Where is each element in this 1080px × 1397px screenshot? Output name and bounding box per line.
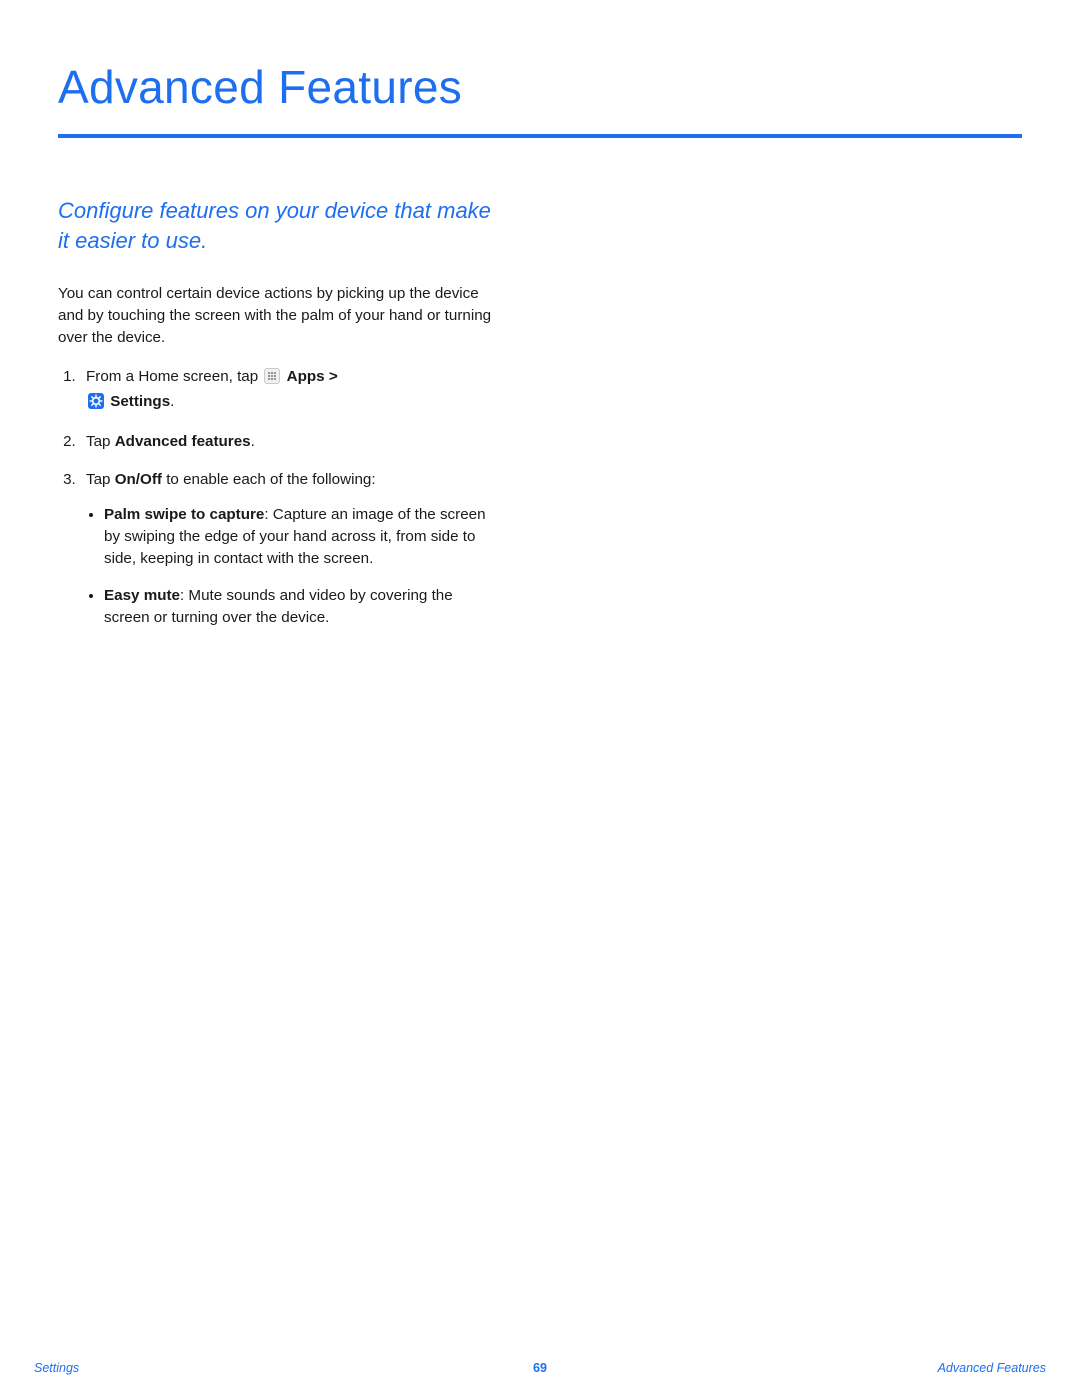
step-bold: On/Off	[115, 471, 162, 488]
page-footer: Settings 69 Advanced Features	[0, 1361, 1080, 1375]
step-dot: .	[251, 433, 255, 450]
step-3: Tap On/Off to enable each of the followi…	[80, 469, 498, 628]
bullet-title: Palm swipe to capture	[104, 506, 264, 523]
footer-page-number: 69	[533, 1361, 547, 1375]
step-bold: Advanced features	[115, 433, 251, 450]
bullet-easy-mute: Easy mute: Mute sounds and video by cove…	[104, 585, 498, 628]
content-column: Configure features on your device that m…	[58, 196, 498, 628]
bullet-title: Easy mute	[104, 587, 180, 604]
settings-label: Settings	[110, 393, 170, 410]
feature-bullets: Palm swipe to capture: Capture an image …	[86, 504, 498, 628]
page-subtitle: Configure features on your device that m…	[58, 196, 498, 255]
intro-paragraph: You can control certain device actions b…	[58, 283, 498, 348]
step-text: Tap	[86, 433, 115, 450]
document-page: Advanced Features Configure features on …	[0, 0, 1080, 1397]
apps-label: Apps	[287, 368, 325, 385]
page-title: Advanced Features	[58, 60, 1022, 130]
step-tail: to enable each of the following:	[162, 471, 376, 488]
footer-right: Advanced Features	[547, 1361, 1046, 1375]
step-2: Tap Advanced features.	[80, 431, 498, 453]
bullet-palm-swipe: Palm swipe to capture: Capture an image …	[104, 504, 498, 569]
footer-left: Settings	[34, 1361, 533, 1375]
step-list: From a Home screen, tap Apps >	[58, 366, 498, 628]
step-1: From a Home screen, tap Apps >	[80, 366, 498, 415]
apps-grid-icon	[264, 368, 280, 391]
title-underline	[58, 134, 1022, 138]
step-text: Tap	[86, 471, 115, 488]
step-text: From a Home screen, tap	[86, 368, 262, 385]
settings-gear-icon	[88, 393, 104, 416]
gt-sep: >	[329, 368, 338, 385]
step-dot: .	[170, 393, 174, 410]
